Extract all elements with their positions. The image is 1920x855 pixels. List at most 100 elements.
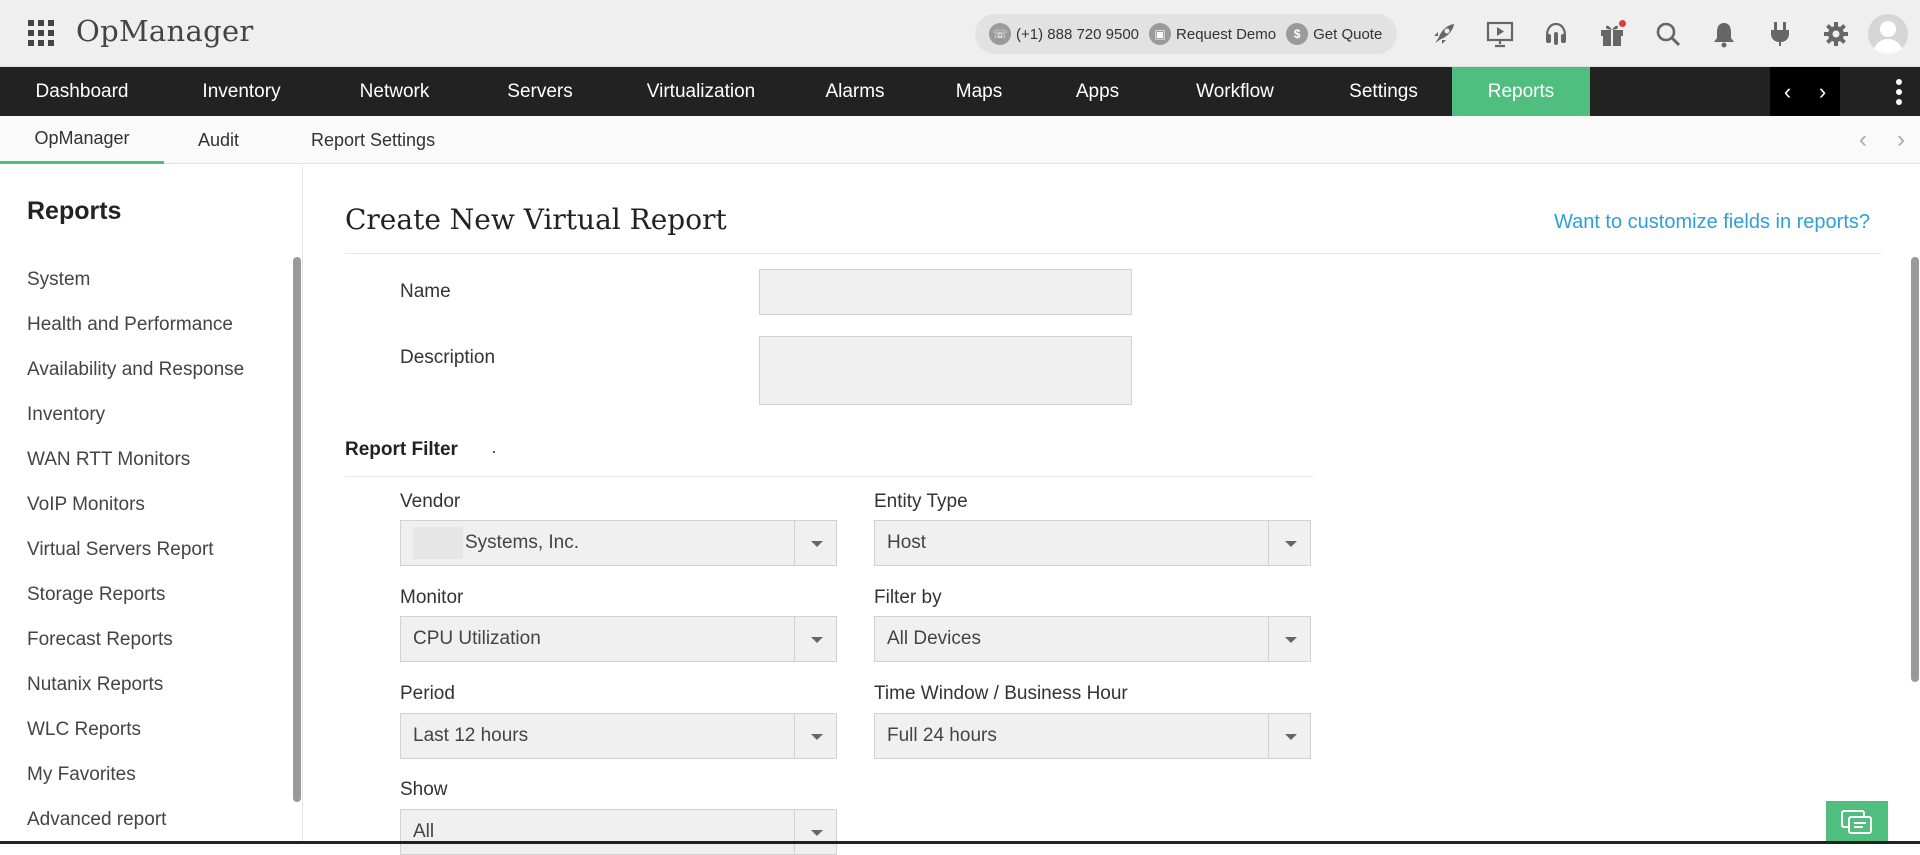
redacted-vendor-prefix bbox=[413, 527, 463, 559]
filter-divider bbox=[345, 476, 1313, 477]
gear-icon[interactable] bbox=[1808, 0, 1864, 67]
top-header: OpManager ☏ (+1) 888 720 9500 ▣ Request … bbox=[0, 0, 1920, 67]
main-nav: Dashboard Inventory Network Servers Virt… bbox=[0, 67, 1920, 116]
sidebar-item-nutanix[interactable]: Nutanix Reports bbox=[27, 662, 244, 707]
subnav-scroll-arrows: ‹ › bbox=[1844, 116, 1920, 164]
chevron-down-icon[interactable] bbox=[794, 714, 836, 758]
sidebar-item-availability-response[interactable]: Availability and Response bbox=[27, 347, 244, 392]
sidebar-title: Reports bbox=[27, 197, 122, 225]
nav-network[interactable]: Network bbox=[319, 67, 470, 116]
entity-type-select[interactable]: Host bbox=[874, 520, 1311, 566]
chevron-down-icon[interactable] bbox=[794, 521, 836, 565]
nav-scroll-arrows: ‹ › bbox=[1770, 67, 1840, 116]
period-select[interactable]: Last 12 hours bbox=[400, 713, 837, 759]
subnav-next-icon[interactable]: › bbox=[1882, 126, 1920, 154]
chevron-down-icon[interactable] bbox=[794, 617, 836, 661]
headset-icon[interactable] bbox=[1528, 0, 1584, 67]
chevron-down-icon[interactable] bbox=[1268, 521, 1310, 565]
user-avatar[interactable] bbox=[1868, 13, 1908, 54]
sidebar-item-favorites[interactable]: My Favorites bbox=[27, 752, 244, 797]
search-icon[interactable] bbox=[1640, 0, 1696, 67]
nav-apps[interactable]: Apps bbox=[1040, 67, 1155, 116]
nav-servers[interactable]: Servers bbox=[470, 67, 610, 116]
subtab-opmanager[interactable]: OpManager bbox=[0, 116, 164, 164]
sidebar-item-inventory[interactable]: Inventory bbox=[27, 392, 244, 437]
phone-icon: ☏ bbox=[989, 23, 1011, 45]
chat-icon bbox=[1841, 809, 1872, 834]
chevron-down-icon[interactable] bbox=[1268, 617, 1310, 661]
nav-settings[interactable]: Settings bbox=[1315, 67, 1452, 116]
nav-virtualization[interactable]: Virtualization bbox=[610, 67, 792, 116]
sidebar-item-wan-rtt[interactable]: WAN RTT Monitors bbox=[27, 437, 244, 482]
sidebar-scrollbar[interactable] bbox=[293, 257, 301, 802]
get-quote-link[interactable]: $ Get Quote bbox=[1286, 23, 1382, 45]
notification-dot bbox=[1619, 20, 1626, 27]
nav-alarms[interactable]: Alarms bbox=[792, 67, 918, 116]
vendor-select[interactable]: Systems, Inc. bbox=[400, 520, 837, 566]
gift-icon[interactable] bbox=[1584, 0, 1640, 67]
nav-prev-icon[interactable]: ‹ bbox=[1784, 79, 1791, 105]
page-title: Create New Virtual Report bbox=[345, 203, 727, 236]
brand-logo[interactable]: OpManager bbox=[76, 14, 254, 48]
sidebar-item-wlc[interactable]: WLC Reports bbox=[27, 707, 244, 752]
entity-type-label: Entity Type bbox=[874, 491, 968, 512]
show-value: All bbox=[413, 821, 435, 842]
presentation-icon[interactable] bbox=[1472, 0, 1528, 67]
sidebar-item-virtual-servers[interactable]: Virtual Servers Report bbox=[27, 527, 244, 572]
chevron-down-icon[interactable] bbox=[794, 810, 836, 854]
chevron-down-icon[interactable] bbox=[1268, 714, 1310, 758]
sidebar-list: System Health and Performance Availabili… bbox=[27, 257, 244, 842]
header-icons bbox=[1416, 0, 1920, 67]
description-textarea[interactable] bbox=[759, 336, 1132, 405]
vendor-value: Systems, Inc. bbox=[465, 532, 580, 554]
time-window-select[interactable]: Full 24 hours bbox=[874, 713, 1311, 759]
subnav-prev-icon[interactable]: ‹ bbox=[1844, 126, 1882, 154]
nav-maps[interactable]: Maps bbox=[918, 67, 1040, 116]
sidebar-item-voip[interactable]: VoIP Monitors bbox=[27, 482, 244, 527]
monitor-select[interactable]: CPU Utilization bbox=[400, 616, 837, 662]
sidebar-item-system[interactable]: System bbox=[27, 257, 244, 302]
time-window-label: Time Window / Business Hour bbox=[874, 683, 1128, 704]
sidebar-item-storage[interactable]: Storage Reports bbox=[27, 572, 244, 617]
sidebar-item-health-performance[interactable]: Health and Performance bbox=[27, 302, 244, 347]
entity-type-value: Host bbox=[887, 532, 927, 553]
vendor-label: Vendor bbox=[400, 491, 461, 512]
apps-grid-icon[interactable] bbox=[28, 20, 54, 46]
monitor-value: CPU Utilization bbox=[413, 628, 541, 649]
chat-button[interactable] bbox=[1826, 801, 1888, 844]
dollar-icon: $ bbox=[1286, 23, 1309, 45]
sidebar-item-advanced[interactable]: Advanced report bbox=[27, 797, 244, 842]
period-value: Last 12 hours bbox=[413, 725, 529, 746]
section-dot bbox=[493, 451, 495, 453]
nav-workflow[interactable]: Workflow bbox=[1155, 67, 1315, 116]
filter-by-select[interactable]: All Devices bbox=[874, 616, 1311, 662]
name-label: Name bbox=[400, 281, 451, 302]
more-vertical-icon[interactable] bbox=[1895, 79, 1903, 105]
nav-reports[interactable]: Reports bbox=[1452, 67, 1590, 116]
nav-next-icon[interactable]: › bbox=[1819, 79, 1826, 105]
subtab-audit[interactable]: Audit bbox=[198, 116, 239, 164]
sub-nav: OpManager Audit Report Settings ‹ › bbox=[0, 116, 1920, 164]
request-demo-link[interactable]: ▣ Request Demo bbox=[1149, 23, 1276, 45]
sidebar-item-forecast[interactable]: Forecast Reports bbox=[27, 617, 244, 662]
request-demo-label: Request Demo bbox=[1176, 25, 1277, 43]
customize-fields-link[interactable]: Want to customize fields in reports? bbox=[1554, 211, 1870, 234]
monitor-label: Monitor bbox=[400, 587, 464, 608]
bell-icon[interactable] bbox=[1696, 0, 1752, 67]
show-label: Show bbox=[400, 779, 448, 800]
show-select[interactable]: All bbox=[400, 809, 837, 855]
description-label: Description bbox=[400, 347, 496, 368]
phone-link[interactable]: ☏ (+1) 888 720 9500 bbox=[989, 23, 1139, 45]
rocket-icon[interactable] bbox=[1416, 0, 1472, 67]
nav-inventory[interactable]: Inventory bbox=[164, 67, 319, 116]
nav-dashboard[interactable]: Dashboard bbox=[0, 67, 164, 116]
name-input[interactable] bbox=[759, 269, 1132, 315]
contact-pill: ☏ (+1) 888 720 9500 ▣ Request Demo $ Get… bbox=[975, 14, 1397, 54]
reports-sidebar: Reports System Health and Performance Av… bbox=[0, 165, 303, 844]
plug-icon[interactable] bbox=[1752, 0, 1808, 67]
report-form-panel: Create New Virtual Report Want to custom… bbox=[304, 165, 1920, 855]
demo-icon: ▣ bbox=[1149, 23, 1172, 45]
phone-number: (+1) 888 720 9500 bbox=[1016, 25, 1140, 43]
subtab-report-settings[interactable]: Report Settings bbox=[311, 116, 435, 164]
content-scrollbar[interactable] bbox=[1911, 257, 1919, 682]
